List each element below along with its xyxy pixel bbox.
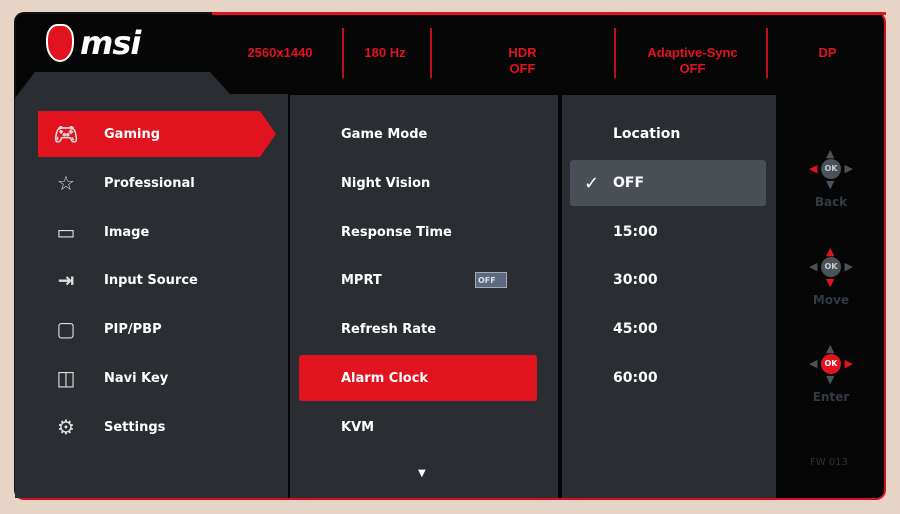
dpad-left-icon: ▲ ◀ ▶ ▼ OK — [809, 147, 853, 191]
nav-back: ▲ ◀ ▶ ▼ OK Back — [809, 147, 853, 209]
star-icon: ☆ — [57, 171, 75, 195]
submenu-mprt[interactable]: MPRT OFF — [299, 257, 537, 303]
gamepad-icon: 🎮︎ — [53, 122, 79, 146]
submenu-alarm-clock[interactable]: Alarm Clock — [299, 355, 537, 401]
option-60[interactable]: 60:00 — [570, 355, 766, 401]
dpad-ok-icon: ▲ ◀ ▶ ▼ OK — [809, 342, 853, 386]
submenu-game-mode[interactable]: Game Mode — [299, 111, 537, 157]
menu-item-professional[interactable]: ☆ Professional — [38, 160, 276, 206]
menu-item-pip-pbp[interactable]: ▢ PIP/PBP — [38, 306, 276, 352]
submenu-refresh-rate[interactable]: Refresh Rate — [299, 306, 537, 352]
menu-item-settings[interactable]: ⚙ Settings — [38, 404, 276, 450]
gear-icon: ⚙ — [57, 415, 75, 439]
option-location[interactable]: Location — [570, 111, 766, 157]
option-15[interactable]: 15:00 — [570, 209, 766, 255]
navi-key-icon: ◫ — [56, 366, 76, 390]
nav-move: ▲ ◀ ▶ ▼ OK Move — [809, 245, 853, 307]
option-30[interactable]: 30:00 — [570, 257, 766, 303]
menu-item-gaming[interactable]: 🎮︎ Gaming — [38, 111, 276, 157]
menu-item-navi-key[interactable]: ◫ Navi Key — [38, 355, 276, 401]
status-refresh: 180 Hz — [364, 45, 406, 60]
pip-icon: ▢ — [56, 317, 76, 341]
option-off[interactable]: ✓ OFF — [570, 160, 766, 206]
msi-logo: msi — [46, 24, 141, 62]
image-icon: ▭ — [56, 220, 76, 244]
firmware-version: FW 013 — [810, 457, 848, 468]
scroll-down-icon[interactable]: ▼ — [418, 468, 426, 479]
option-45[interactable]: 45:00 — [570, 306, 766, 352]
submenu-night-vision[interactable]: Night Vision — [299, 160, 537, 206]
checkmark-icon: ✓ — [584, 172, 600, 194]
nav-enter: ▲ ◀ ▶ ▼ OK Enter — [809, 342, 853, 404]
status-adaptive-sync: Adaptive-Sync OFF — [647, 45, 738, 76]
dragon-shield-icon — [46, 24, 74, 62]
brand-text: msi — [80, 24, 141, 62]
menu-item-image[interactable]: ▭ Image — [38, 209, 276, 255]
menu-item-input-source[interactable]: ⇥ Input Source — [38, 257, 276, 303]
submenu-response-time[interactable]: Response Time — [299, 209, 537, 255]
input-icon: ⇥ — [57, 268, 75, 292]
status-resolution: 2560x1440 — [247, 45, 313, 60]
dpad-updown-icon: ▲ ◀ ▶ ▼ OK — [809, 245, 853, 289]
mprt-toggle[interactable]: OFF — [475, 272, 507, 288]
status-input: DP — [818, 45, 837, 60]
status-hdr: HDR OFF — [508, 45, 537, 76]
submenu-kvm[interactable]: KVM — [299, 404, 537, 450]
